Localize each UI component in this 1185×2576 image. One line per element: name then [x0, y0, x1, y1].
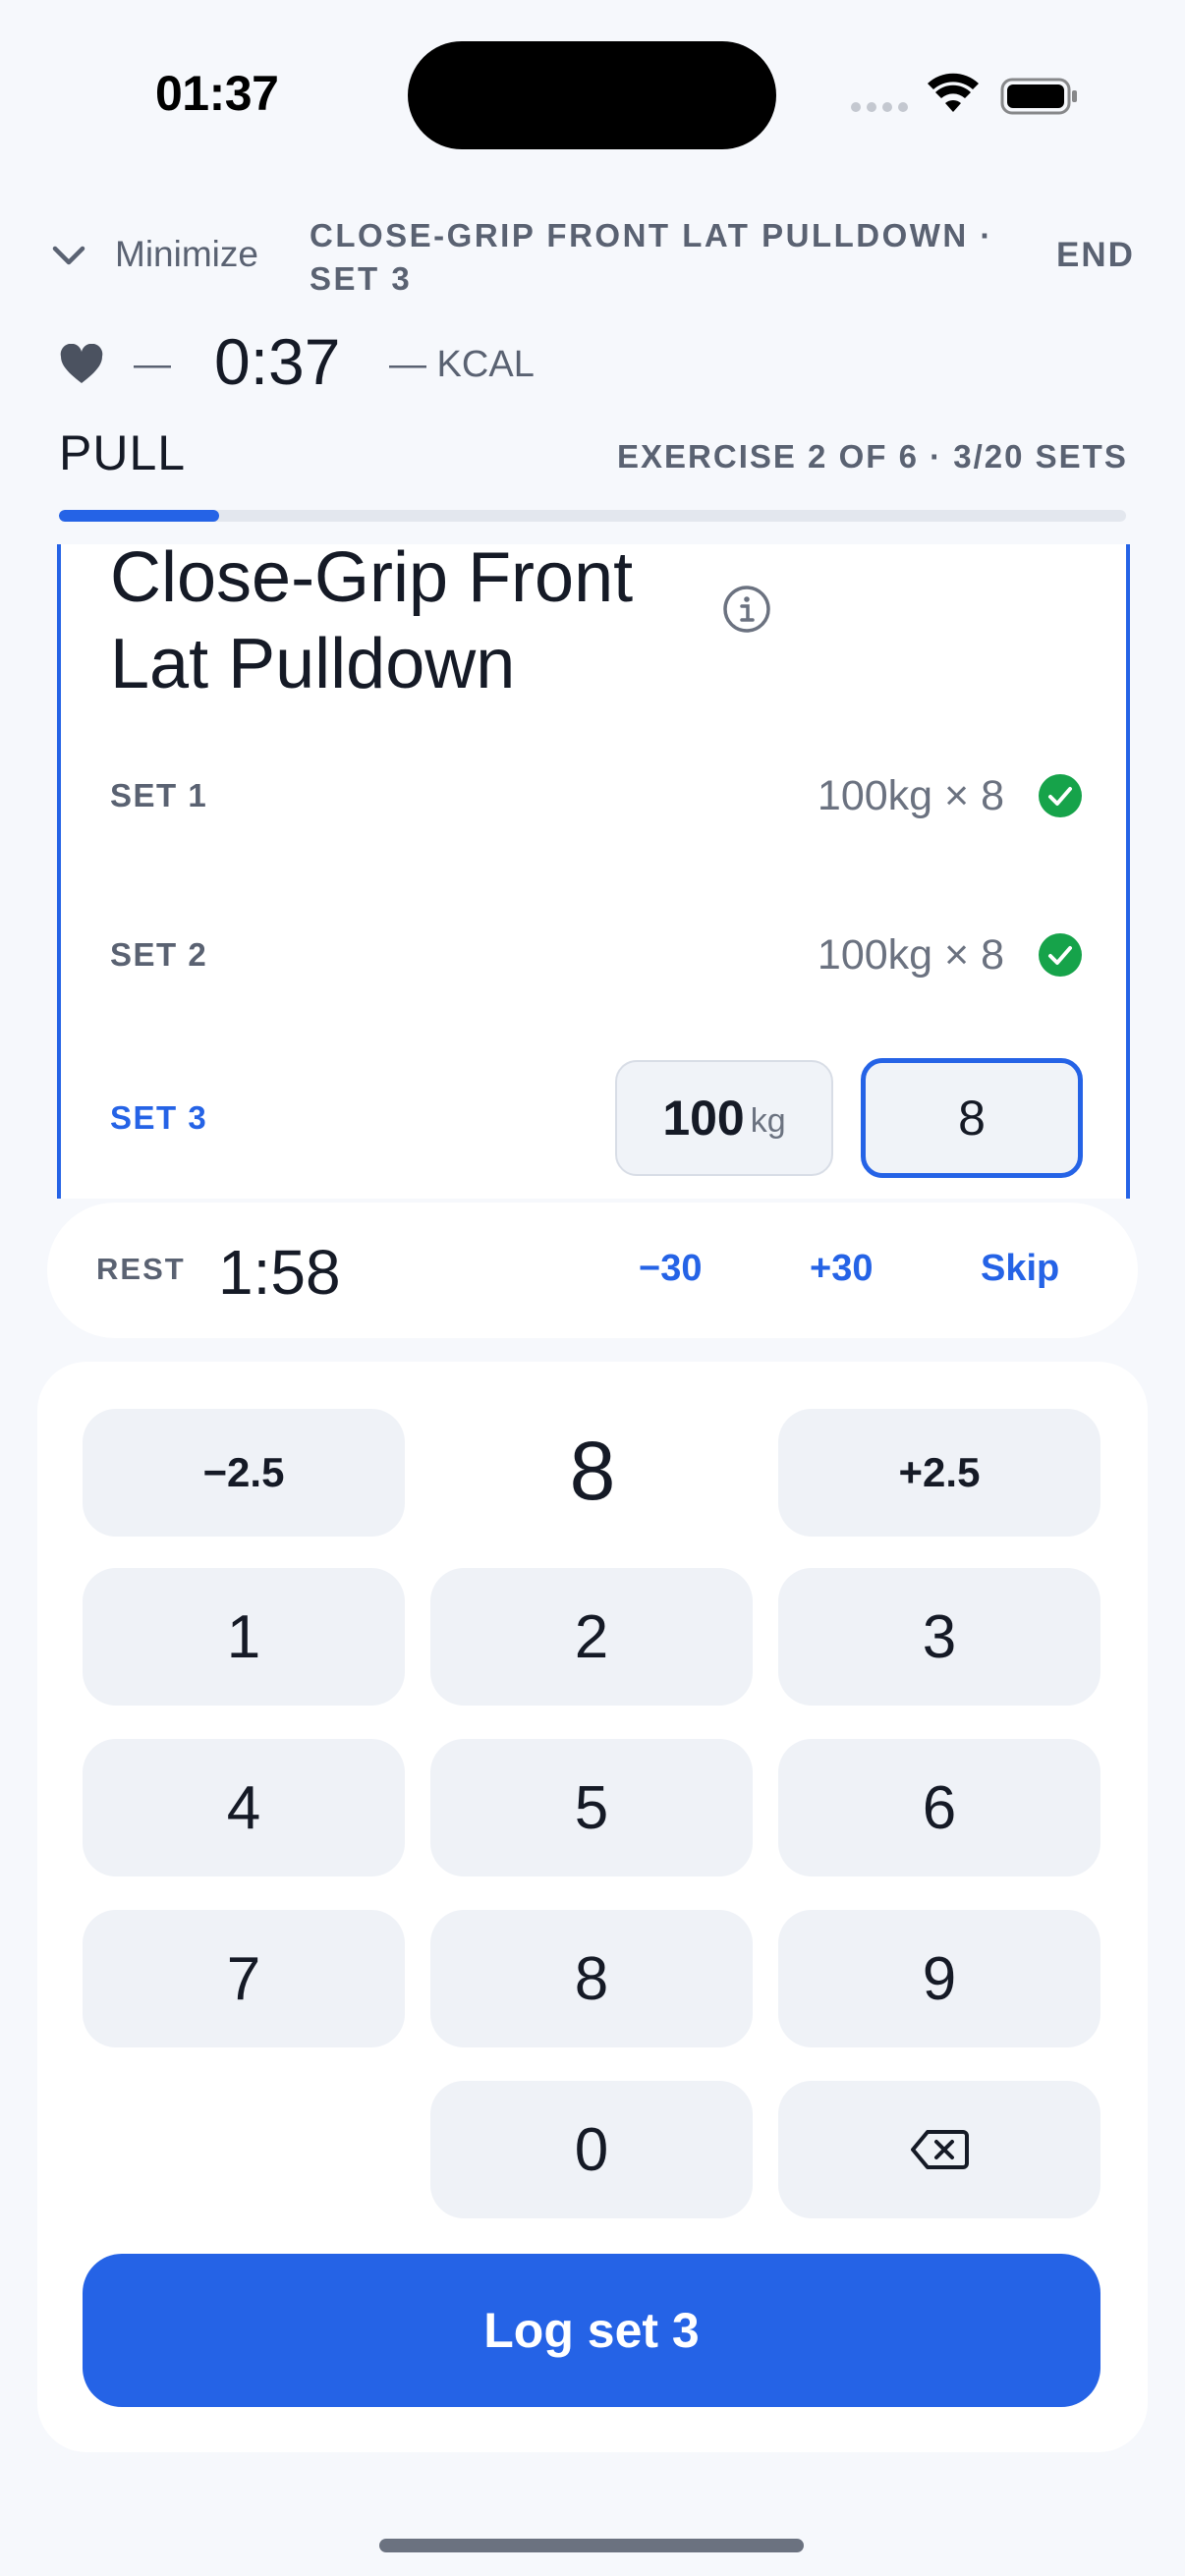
reps-input[interactable]: 8 — [861, 1058, 1083, 1178]
weight-unit: kg — [750, 1101, 786, 1140]
rest-plus-30-button[interactable]: +30 — [810, 1248, 873, 1290]
increment-button[interactable]: +2.5 — [778, 1409, 1100, 1537]
key-4[interactable]: 4 — [83, 1739, 405, 1876]
cellular-signal-icon — [851, 102, 908, 112]
workout-progress-bar — [59, 510, 1126, 522]
rest-skip-button[interactable]: Skip — [981, 1248, 1059, 1290]
key-7[interactable]: 7 — [83, 1910, 405, 2047]
rest-timer-bar: REST 1:58 −30 +30 Skip — [47, 1203, 1138, 1338]
key-6[interactable]: 6 — [778, 1739, 1100, 1876]
heart-rate-value: — — [134, 344, 171, 385]
key-8[interactable]: 8 — [430, 1910, 753, 2047]
backspace-button[interactable] — [778, 2081, 1100, 2218]
rest-time: 1:58 — [218, 1237, 341, 1308]
workout-progress-fill — [59, 510, 219, 522]
numeric-keypad: −2.5 8 +2.5 1 2 3 4 5 6 7 8 9 0 Log set … — [37, 1362, 1148, 2452]
decrement-button[interactable]: −2.5 — [83, 1409, 405, 1537]
keypad-display: 8 — [569, 1424, 616, 1517]
check-circle-icon — [1039, 933, 1082, 977]
weight-value: 100 — [662, 1091, 745, 1146]
rest-minus-30-button[interactable]: −30 — [639, 1248, 702, 1290]
key-5[interactable]: 5 — [430, 1739, 753, 1876]
key-0[interactable]: 0 — [430, 2081, 753, 2218]
rest-label: REST — [96, 1252, 186, 1286]
set-label: SET 2 — [110, 936, 208, 973]
heart-icon — [60, 344, 103, 383]
key-2[interactable]: 2 — [430, 1568, 753, 1706]
current-set-label: SET 3 — [110, 1099, 208, 1136]
check-circle-icon — [1039, 774, 1082, 817]
battery-icon — [1000, 78, 1077, 115]
end-workout-button[interactable]: END — [1056, 236, 1135, 275]
key-1[interactable]: 1 — [83, 1568, 405, 1706]
minimize-button[interactable]: Minimize — [115, 234, 258, 275]
key-9[interactable]: 9 — [778, 1910, 1100, 2047]
set-value: 100kg × 8 — [817, 930, 1004, 979]
key-3[interactable]: 3 — [778, 1568, 1100, 1706]
backspace-icon — [911, 2130, 969, 2169]
set-value: 100kg × 8 — [817, 771, 1004, 819]
exercise-name: Close-Grip Front Lat Pulldown — [110, 544, 634, 703]
status-time: 01:37 — [155, 66, 279, 121]
exercise-card: Close-Grip Front Lat Pulldown SET 1 100k… — [57, 544, 1130, 1199]
set-row: SET 2 100kg × 8 — [110, 925, 1083, 984]
home-indicator — [379, 2539, 804, 2552]
weight-input[interactable]: 100 kg — [615, 1060, 833, 1176]
set-row: SET 1 100kg × 8 — [110, 766, 1083, 825]
workout-progress-text: EXERCISE 2 OF 6 · 3/20 SETS — [617, 438, 1128, 475]
elapsed-timer: 0:37 — [214, 325, 341, 398]
dynamic-island — [408, 41, 776, 149]
info-icon[interactable] — [721, 584, 772, 635]
calories-value: — KCAL — [389, 344, 535, 385]
chevron-down-icon[interactable] — [49, 236, 88, 275]
log-set-button[interactable]: Log set 3 — [83, 2254, 1100, 2407]
exercise-set-title: CLOSE-GRIP FRONT LAT PULLDOWN · SET 3 — [310, 217, 993, 297]
wifi-icon — [928, 73, 979, 112]
set-label: SET 1 — [110, 777, 208, 813]
workout-name: PULL — [59, 425, 187, 480]
